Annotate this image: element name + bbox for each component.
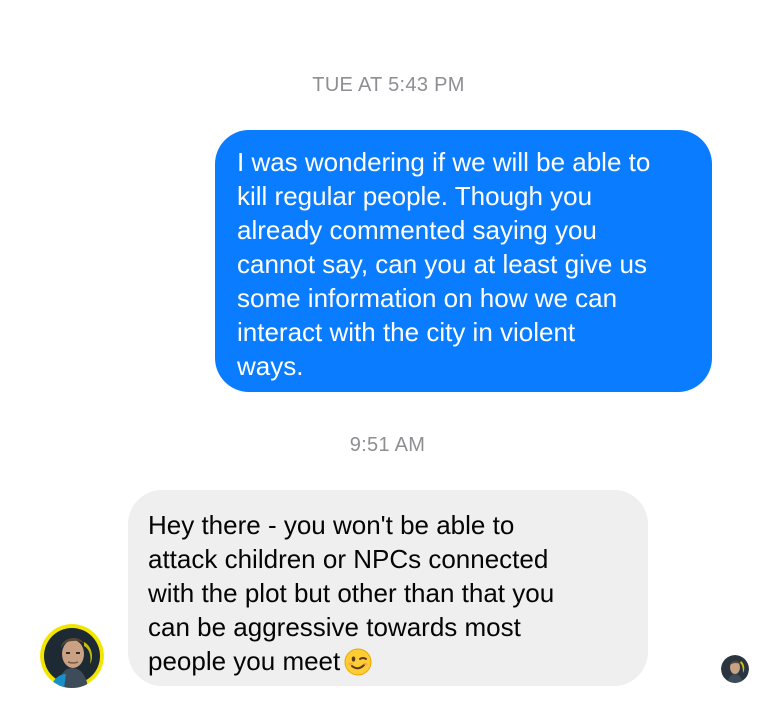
sender-avatar[interactable]	[40, 624, 104, 688]
read-receipt-image	[721, 655, 749, 683]
read-receipt-avatar	[721, 655, 749, 683]
message-line: cannot say, can you at least give us	[237, 249, 647, 279]
sent-message-bubble[interactable]: I was wondering if we will be able to ki…	[215, 130, 712, 392]
timestamp: 9:51 AM	[349, 434, 426, 456]
avatar-image	[40, 624, 104, 688]
message-line: already commented saying you	[237, 215, 597, 245]
message-line: Hey there - you won't be able to	[148, 510, 515, 540]
message-line: I was wondering if we will be able to	[237, 147, 651, 177]
message-line: kill regular people. Though you	[237, 181, 593, 211]
message-line: ways.	[237, 351, 304, 381]
timestamp: TUE AT 5:43 PM	[312, 74, 465, 96]
message-line: interact with the city in violent	[237, 317, 576, 347]
message-line: people you meet	[148, 644, 628, 684]
message-line: attack children or NPCs connected	[148, 544, 549, 574]
message-line-text: people you meet	[148, 646, 341, 676]
message-line: with the plot but other than that you	[148, 578, 555, 608]
winking-face-icon	[344, 648, 372, 684]
received-message-bubble[interactable]: Hey there - you won't be able to attack …	[128, 490, 648, 686]
message-line: can be aggressive towards most	[148, 612, 521, 642]
message-line: some information on how we can	[237, 283, 618, 313]
